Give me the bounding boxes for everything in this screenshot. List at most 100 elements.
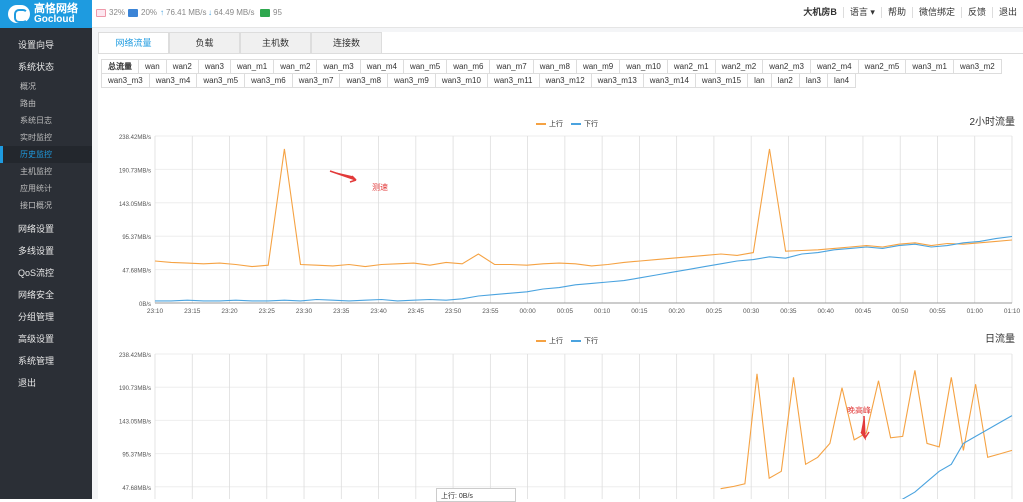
tab-0[interactable]: 网络流量	[98, 32, 169, 53]
y-tick-label: 190.73MB/s	[119, 168, 151, 174]
interface-6[interactable]: wan_m3	[316, 59, 361, 74]
interface-15[interactable]: wan2_m2	[714, 59, 764, 74]
sidebar-item-6[interactable]: 历史监控	[0, 146, 92, 163]
interface-12[interactable]: wan_m9	[575, 59, 621, 74]
tab-3[interactable]: 连接数	[311, 32, 382, 53]
interface-31[interactable]: wan3_m13	[590, 73, 644, 88]
chart-plot[interactable]: 47.68MB/s 95.37MB/s 143.05MB/s 190.73MB/s 23…	[98, 330, 1023, 499]
memory-icon	[128, 8, 138, 17]
interface-30[interactable]: wan3_m12	[538, 73, 592, 88]
tab-2[interactable]: 主机数	[240, 32, 311, 53]
sidebar-item-3[interactable]: 路由	[0, 95, 92, 112]
interface-20[interactable]: wan3_m2	[953, 59, 1002, 74]
sidebar-item-7[interactable]: 主机监控	[0, 163, 92, 180]
interface-25[interactable]: wan3_m7	[291, 73, 341, 88]
x-tick-label: 23:50	[445, 308, 462, 313]
interface-35[interactable]: lan2	[770, 73, 800, 88]
chart-plot[interactable]: 0B/s47.68MB/s95.37MB/s143.05MB/s190.73MB…	[98, 113, 1023, 313]
interface-37[interactable]: lan4	[827, 73, 857, 88]
sidebar-item-17[interactable]: 退出	[0, 372, 92, 394]
sidebar-item-14[interactable]: 分组管理	[0, 306, 92, 328]
interface-1[interactable]: wan	[138, 59, 167, 74]
sidebar-item-12[interactable]: QoS流控	[0, 262, 92, 284]
interface-33[interactable]: wan3_m15	[694, 73, 749, 88]
x-tick-label: 00:15	[631, 308, 648, 313]
interface-7[interactable]: wan_m4	[359, 59, 404, 74]
panel: 网络流量 负载 主机数 连接数 总流量 wan wan2 wan3 wan_m1 wan_m2 w…	[98, 32, 1023, 499]
interface-19[interactable]: wan3_m1	[905, 59, 954, 74]
mem-stat: 20%	[128, 8, 157, 17]
sidebar-item-11[interactable]: 多线设置	[0, 240, 92, 262]
interface-3[interactable]: wan3	[197, 59, 231, 74]
x-tick-label: 23:40	[370, 308, 387, 313]
interface-4[interactable]: wan_m1	[229, 59, 275, 74]
interface-0[interactable]: 总流量	[101, 59, 139, 74]
x-tick-label: 23:35	[333, 308, 350, 313]
interface-16[interactable]: wan2_m3	[762, 59, 811, 74]
interface-13[interactable]: wan_m10	[619, 59, 668, 74]
interface-36[interactable]: lan3	[798, 73, 828, 88]
y-tick-label: 47.68MB/s	[122, 486, 151, 492]
x-tick-label: 00:25	[706, 308, 723, 313]
x-tick-label: 00:20	[669, 308, 686, 313]
clients-stat: 95	[260, 8, 282, 17]
sidebar-item-16[interactable]: 系统管理	[0, 350, 92, 372]
x-tick-label: 00:55	[929, 308, 946, 313]
interface-22[interactable]: wan3_m4	[148, 73, 198, 88]
upload-arrow-icon: ↑	[160, 8, 164, 17]
interface-17[interactable]: wan2_m4	[809, 59, 859, 74]
interface-24[interactable]: wan3_m6	[244, 73, 293, 88]
interface-2[interactable]: wan2	[165, 59, 199, 74]
top-bar: 高恪网络 Gocloud 32% 20% ↑ 76.41 MB/s ↓ 64.49 …	[0, 0, 1023, 28]
interface-8[interactable]: wan_m5	[402, 59, 448, 74]
y-tick-label: 95.37MB/s	[122, 453, 151, 459]
sidebar-item-15[interactable]: 高级设置	[0, 328, 92, 350]
interface-26[interactable]: wan3_m8	[339, 73, 389, 88]
monitor-icon	[260, 8, 270, 17]
sidebar-item-9[interactable]: 接口概况	[0, 197, 92, 214]
feedback-link[interactable]: 反馈	[960, 7, 992, 18]
interface-29[interactable]: wan3_m11	[486, 73, 540, 88]
tab-1[interactable]: 负载	[169, 32, 240, 53]
x-tick-label: 23:30	[296, 308, 313, 313]
sidebar-item-2[interactable]: 概况	[0, 78, 92, 95]
interface-5[interactable]: wan_m2	[273, 59, 318, 74]
brand-en: Gocloud	[34, 13, 75, 25]
interface-14[interactable]: wan2_m1	[666, 59, 716, 74]
sidebar-item-4[interactable]: 系统日志	[0, 112, 92, 129]
sidebar-item-0[interactable]: 设置向导	[0, 34, 92, 56]
interface-9[interactable]: wan_m6	[446, 59, 491, 74]
x-tick-label: 00:00	[519, 308, 536, 313]
help-link[interactable]: 帮助	[880, 7, 912, 18]
logout-link[interactable]: 退出	[991, 7, 1023, 18]
logo[interactable]: 高恪网络 Gocloud	[0, 0, 92, 28]
sidebar-item-13[interactable]: 网络安全	[0, 284, 92, 306]
x-tick-label: 23:25	[259, 308, 276, 313]
interface-23[interactable]: wan3_m5	[196, 73, 246, 88]
download-stat: ↓ 64.49 MB/s	[208, 8, 254, 17]
language-menu[interactable]: 语言 ▾	[842, 7, 881, 18]
y-tick-label: 238.42MB/s	[119, 353, 151, 359]
sidebar-item-10[interactable]: 网络设置	[0, 218, 92, 240]
interface-21[interactable]: wan3_m3	[101, 73, 150, 88]
interface-32[interactable]: wan3_m14	[642, 73, 696, 88]
interface-11[interactable]: wan_m8	[532, 59, 577, 74]
chart-tooltip: 上行: 0B/s	[436, 488, 516, 502]
wechat-bind-link[interactable]: 微信绑定	[911, 7, 961, 18]
sidebar-item-5[interactable]: 实时监控	[0, 129, 92, 146]
interface-18[interactable]: wan2_m5	[857, 59, 907, 74]
chart-day: 上行 下行 日流量 47.68MB/s 95.37MB/s 143.05MB/s 190…	[98, 330, 1023, 499]
interface-27[interactable]: wan3_m9	[387, 73, 436, 88]
interface-34[interactable]: lan	[747, 73, 772, 88]
x-tick-label: 01:10	[1004, 308, 1021, 313]
download-arrow-icon: ↓	[208, 8, 212, 17]
annotation-label: 测速	[372, 183, 388, 192]
sidebar-item-1[interactable]: 系统状态	[0, 56, 92, 78]
x-tick-label: 00:10	[594, 308, 611, 313]
interface-10[interactable]: wan_m7	[489, 59, 534, 74]
chart-2h: 上行 下行 2小时流量 0B/s 47.68MB/s 95.37MB/s 143.05M…	[98, 113, 1023, 313]
cpu-icon	[96, 8, 106, 17]
sidebar-item-8[interactable]: 应用统计	[0, 180, 92, 197]
main-content: 网络流量 负载 主机数 连接数 总流量 wan wan2 wan3 wan_m1 wan_m2 w…	[92, 28, 1023, 499]
interface-28[interactable]: wan3_m10	[434, 73, 488, 88]
